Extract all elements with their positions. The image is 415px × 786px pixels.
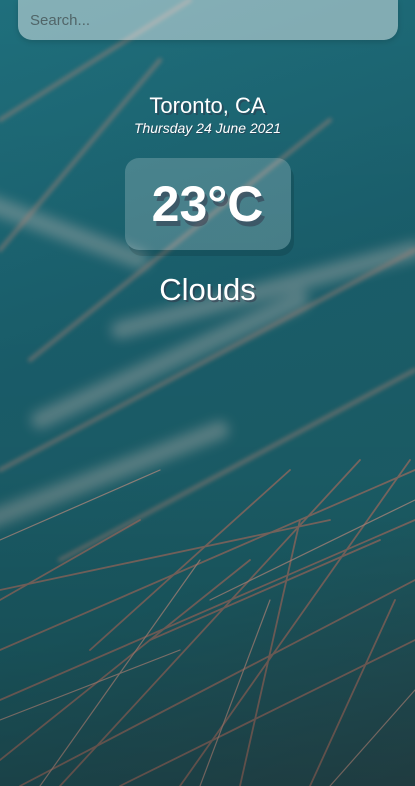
location-name: Toronto, CA bbox=[149, 93, 266, 118]
weather-box: 23°C Clouds bbox=[0, 158, 415, 308]
search-input[interactable] bbox=[18, 0, 398, 40]
temperature-display: 23°C bbox=[124, 158, 291, 250]
search-box bbox=[18, 0, 398, 40]
location-box: Toronto, CA Thursday 24 June 2021 bbox=[0, 92, 415, 136]
current-date: Thursday 24 June 2021 bbox=[133, 120, 282, 136]
weather-app: Toronto, CA Thursday 24 June 2021 23°C C… bbox=[0, 0, 415, 786]
weather-condition: Clouds bbox=[159, 272, 256, 307]
